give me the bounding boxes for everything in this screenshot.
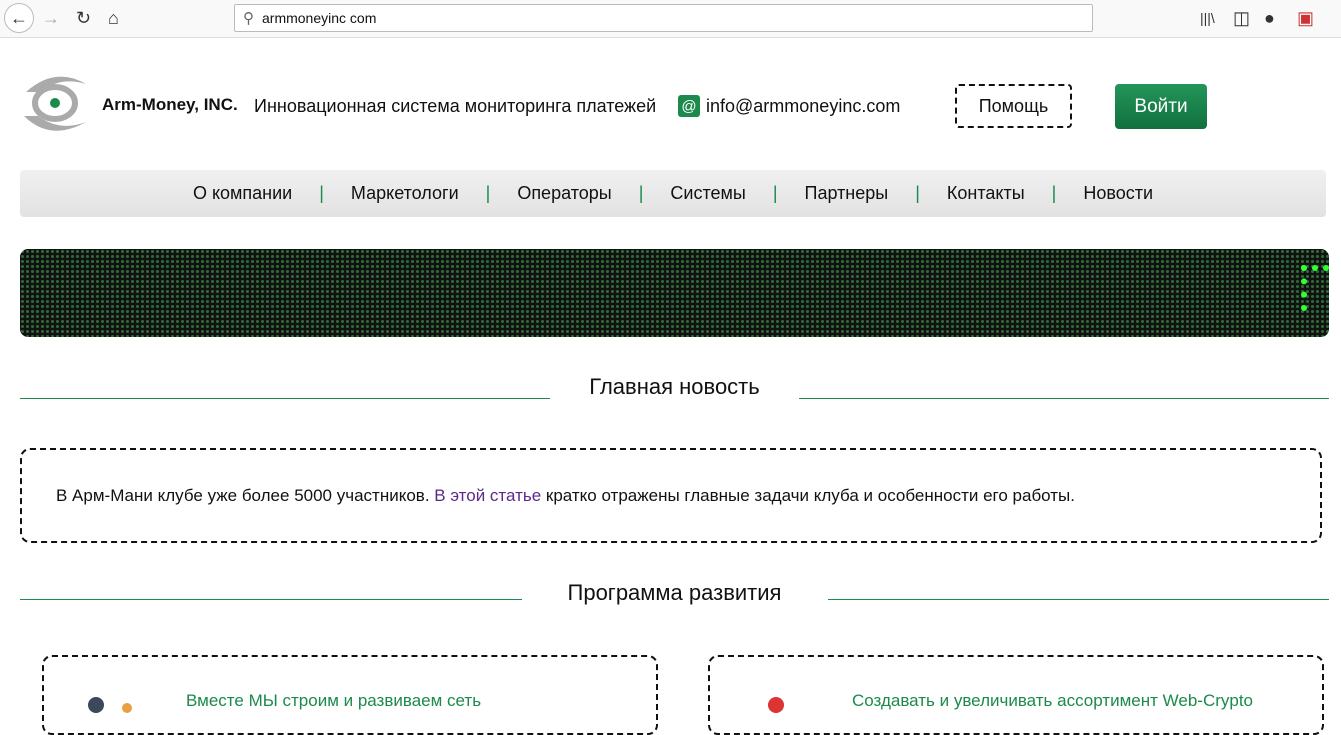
main-news-box: В Арм-Мани клубе уже более 5000 участник… <box>20 448 1322 543</box>
nav-item-about[interactable]: О компании <box>193 183 292 204</box>
program-card: Вместе МЫ строим и развиваем сеть <box>42 655 658 735</box>
main-nav: О компании | Маркетологи | Операторы | Сист… <box>20 170 1326 217</box>
program-title: Программа развития <box>567 580 782 605</box>
login-button[interactable]: Войти <box>1115 84 1207 129</box>
extension-icon[interactable]: ▣ <box>1297 4 1314 32</box>
nav-item-systems[interactable]: Системы <box>670 183 745 204</box>
brand-name: Arm-Money, INC. <box>102 95 238 114</box>
nav-separator: | <box>485 183 491 203</box>
nav-separator: | <box>1051 183 1057 203</box>
url-text: armmoneyinc com <box>262 10 377 26</box>
article-link[interactable]: В этой статье <box>434 486 541 505</box>
news-text: В Арм-Мани клубе уже более 5000 участник… <box>56 486 435 505</box>
help-button[interactable]: Помощь <box>955 84 1072 128</box>
main-news-header: Главная новость <box>20 374 1329 404</box>
nav-item-operators[interactable]: Операторы <box>517 183 611 204</box>
home-button[interactable]: ⌂ <box>108 4 119 32</box>
card-title[interactable]: Создавать и увеличивать ассортимент Web-… <box>852 691 1253 711</box>
tagline: Инновационная система мониторинга платеж… <box>254 96 657 116</box>
news-text: кратко отражены главные задачи клуба и о… <box>541 486 1075 505</box>
led-glyph <box>1301 265 1329 311</box>
nav-separator: | <box>772 183 778 203</box>
back-button[interactable]: ← <box>4 3 34 33</box>
search-icon: ⚲ <box>243 10 254 27</box>
nav-item-contacts[interactable]: Контакты <box>947 183 1025 204</box>
nav-item-marketers[interactable]: Маркетологи <box>351 183 459 204</box>
nav-item-partners[interactable]: Партнеры <box>805 183 889 204</box>
program-card: Создавать и увеличивать ассортимент Web-… <box>708 655 1324 735</box>
card-icon <box>768 697 784 713</box>
library-icon[interactable]: |||\ <box>1200 4 1215 32</box>
sidebar-icon[interactable]: ◫ <box>1233 4 1250 32</box>
program-header: Программа развития <box>20 580 1329 610</box>
logo <box>24 76 86 131</box>
card-icon <box>122 703 132 713</box>
led-ticker-banner <box>20 249 1329 337</box>
main-news-title: Главная новость <box>589 374 760 399</box>
email-link[interactable]: @ info@armmoneyinc.com <box>678 95 900 117</box>
email-icon: @ <box>678 95 700 117</box>
card-icon <box>88 697 104 713</box>
nav-item-news[interactable]: Новости <box>1083 183 1153 204</box>
email-text: info@armmoneyinc.com <box>706 95 901 116</box>
nav-separator: | <box>915 183 920 203</box>
nav-separator: | <box>319 183 324 203</box>
address-bar[interactable]: ⚲ armmoneyinc com <box>234 4 1093 32</box>
browser-toolbar: ← → ↻ ⌂ ⚲ armmoneyinc com |||\ ◫ ● ▣ <box>0 0 1341 38</box>
divider <box>799 398 1329 399</box>
reload-button[interactable]: ↻ <box>76 4 91 32</box>
card-title[interactable]: Вместе МЫ строим и развиваем сеть <box>186 691 481 711</box>
nav-separator: | <box>638 183 644 203</box>
forward-button[interactable]: → <box>42 4 60 32</box>
account-icon[interactable]: ● <box>1264 4 1275 32</box>
divider <box>828 599 1329 600</box>
